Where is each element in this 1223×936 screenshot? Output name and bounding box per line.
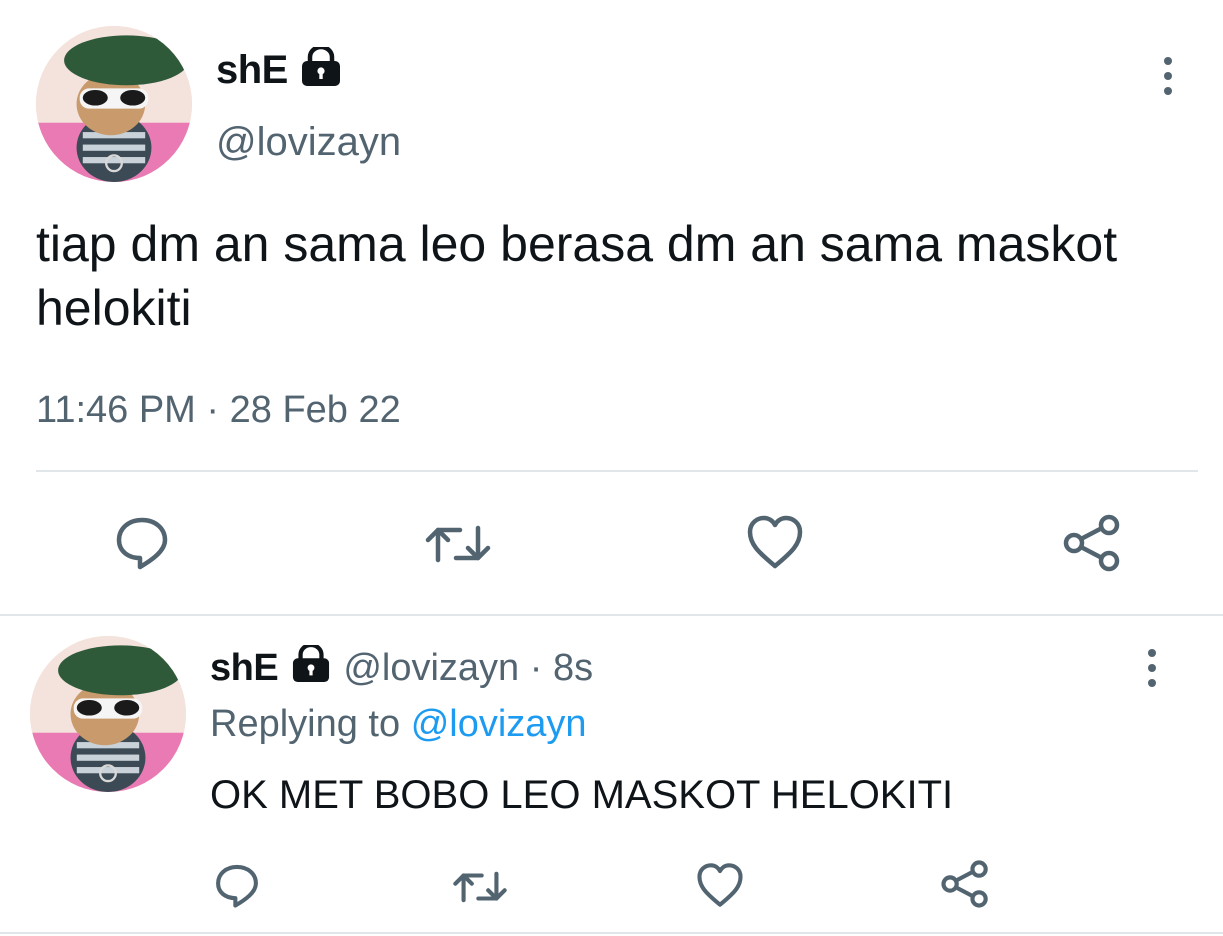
tweet-date: 28 Feb 22 xyxy=(229,389,401,431)
reply-text: OK MET BOBO LEO MASKOT HELOKITI xyxy=(210,773,954,817)
avatar-image xyxy=(30,636,186,792)
retweet-icon[interactable] xyxy=(424,516,492,572)
tweet-text: tiap dm an sama leo berasa dm an sama ma… xyxy=(36,216,1118,336)
divider xyxy=(0,614,1223,616)
timestamp[interactable]: 11:46 PM · 28 Feb 22 xyxy=(36,386,401,434)
replying-to-handle[interactable]: @lovizayn xyxy=(411,703,587,745)
more-options-icon[interactable] xyxy=(1148,649,1156,687)
dot-separator: · xyxy=(529,647,543,689)
reply-header: shE @lovizayn · 8s xyxy=(210,642,593,695)
tweet-time: 11:46 PM xyxy=(36,389,196,431)
display-name[interactable]: shE xyxy=(216,48,288,92)
date-separator: · xyxy=(206,389,220,431)
avatar-image xyxy=(36,26,192,182)
divider xyxy=(0,932,1223,934)
replying-to-label: Replying to xyxy=(210,703,401,745)
heart-icon[interactable] xyxy=(746,514,804,570)
share-icon[interactable] xyxy=(940,860,990,908)
tweet-age[interactable]: 8s xyxy=(553,647,593,689)
share-icon[interactable] xyxy=(1062,514,1122,572)
retweet-icon[interactable] xyxy=(452,864,508,910)
replying-to: Replying to @lovizayn xyxy=(210,700,587,748)
divider xyxy=(36,470,1198,472)
lock-icon xyxy=(289,642,333,695)
handle[interactable]: @lovizayn xyxy=(343,647,519,689)
reply-icon[interactable] xyxy=(214,862,260,908)
display-name[interactable]: shE xyxy=(210,647,279,689)
heart-icon[interactable] xyxy=(696,862,744,908)
lock-icon xyxy=(298,44,344,98)
avatar[interactable] xyxy=(36,26,192,182)
author-name-row[interactable]: shE xyxy=(216,44,344,98)
reply-avatar[interactable] xyxy=(30,636,186,792)
handle[interactable]: @lovizayn xyxy=(216,118,401,166)
more-options-icon[interactable] xyxy=(1164,57,1172,95)
reply-icon[interactable] xyxy=(114,514,170,570)
